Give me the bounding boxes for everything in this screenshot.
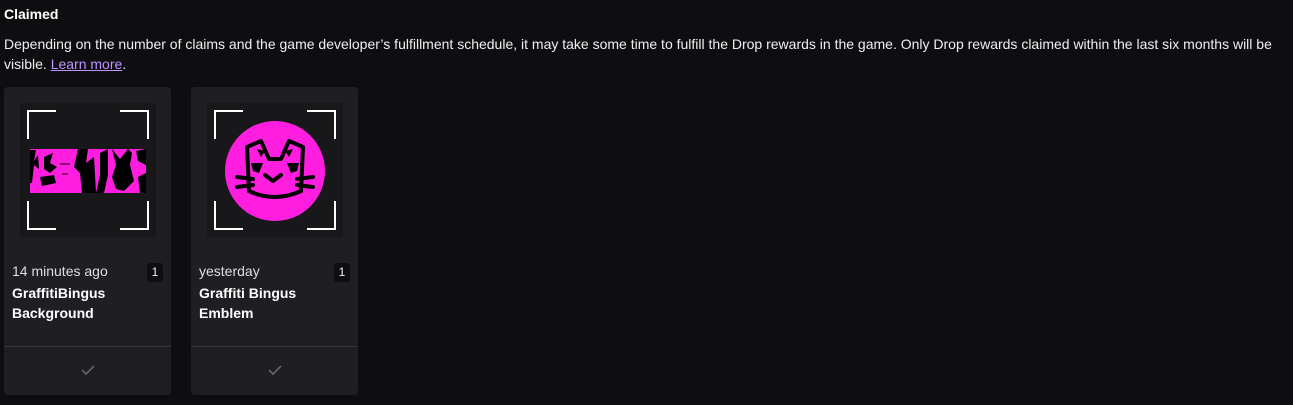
description-text: Depending on the number of claims and th… [4, 36, 1272, 72]
reward-image-frame [207, 103, 343, 237]
reward-image-frame [20, 103, 156, 237]
check-icon [81, 365, 95, 375]
reward-meta: 14 minutes ago GraffitiBingus Background [12, 262, 162, 323]
card-footer [4, 346, 171, 395]
cat-emblem-image [214, 110, 336, 230]
description-period: . [122, 56, 127, 72]
quantity-badge: 1 [147, 263, 163, 282]
card-footer [191, 346, 358, 395]
graffiti-background-image [27, 110, 149, 230]
reward-card[interactable]: 14 minutes ago GraffitiBingus Background… [4, 87, 171, 395]
learn-more-link[interactable]: Learn more [51, 56, 123, 72]
reward-meta: yesterday Graffiti Bingus Emblem [199, 262, 349, 323]
check-icon [268, 365, 282, 375]
reward-name: GraffitiBingus Background [12, 285, 106, 321]
claimed-time: 14 minutes ago [12, 263, 108, 279]
reward-name: Graffiti Bingus Emblem [199, 285, 297, 321]
section-description: Depending on the number of claims and th… [4, 34, 1274, 74]
quantity-badge: 1 [334, 263, 350, 282]
reward-card[interactable]: yesterday Graffiti Bingus Emblem 1 [191, 87, 358, 395]
claimed-time: yesterday [199, 263, 260, 279]
section-title: Claimed [4, 6, 59, 22]
